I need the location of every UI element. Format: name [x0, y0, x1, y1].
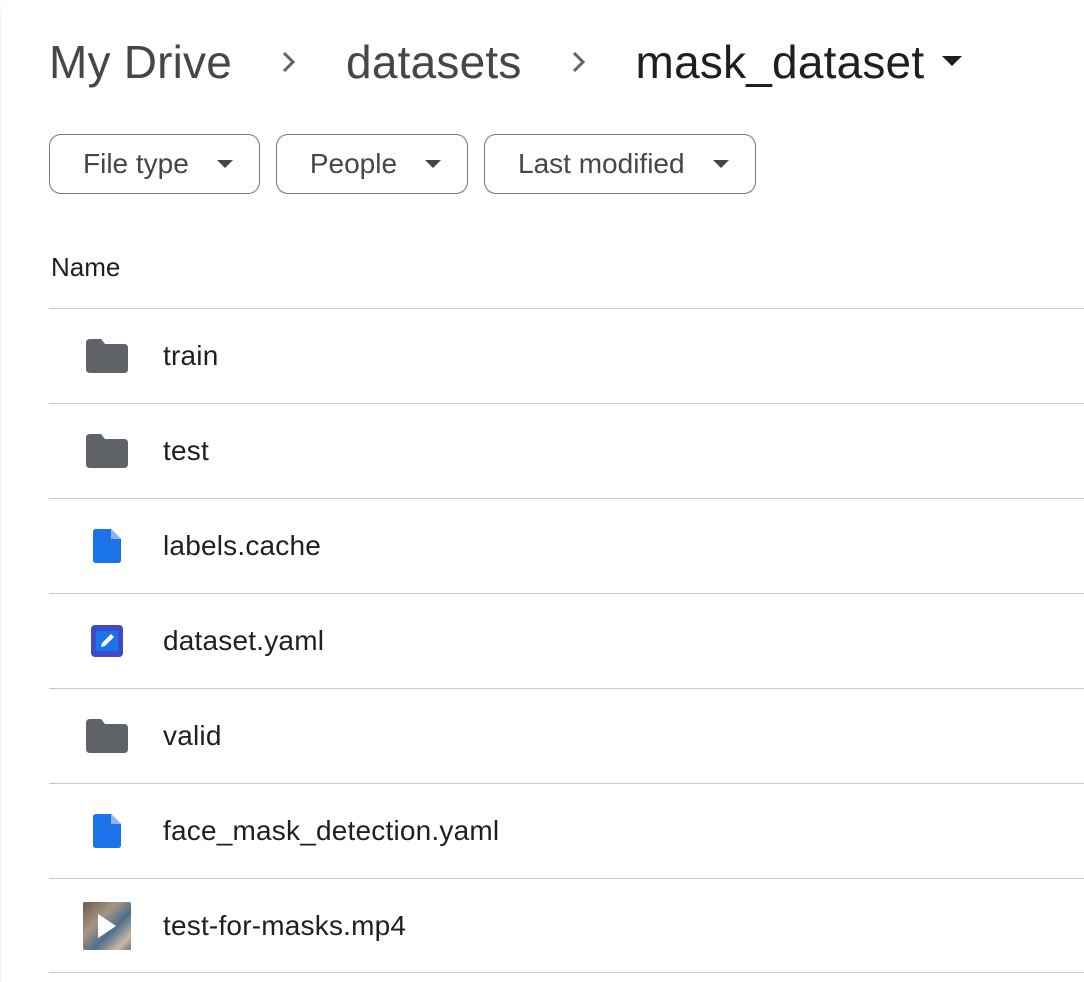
file-row-face-mask-detection[interactable]: face_mask_detection.yaml	[49, 783, 1084, 878]
current-folder-label: mask_dataset	[635, 36, 925, 88]
people-filter[interactable]: People	[275, 134, 469, 194]
file-type-filter-label: File type	[83, 148, 189, 179]
file-type-filter[interactable]: File type	[49, 134, 260, 194]
last-modified-filter-label: Last modified	[518, 148, 685, 179]
folder-icon	[83, 339, 131, 373]
file-icon	[83, 529, 131, 563]
file-row-dataset-yaml[interactable]: dataset.yaml	[49, 593, 1084, 688]
video-thumbnail-icon	[83, 901, 131, 950]
folder-icon	[83, 434, 131, 468]
play-icon	[98, 913, 116, 938]
file-row-train[interactable]: train	[49, 308, 1084, 403]
breadcrumb-current-folder[interactable]: mask_dataset	[636, 35, 963, 89]
chevron-right-icon	[550, 48, 608, 76]
name-column-header[interactable]: Name	[51, 252, 120, 283]
file-list: train test labels.cache dataset.yaml val	[49, 308, 1084, 973]
chevron-right-icon	[260, 48, 318, 76]
video-thumbnail	[83, 901, 131, 950]
file-name: valid	[163, 720, 222, 751]
edit-file-icon	[83, 625, 131, 657]
caret-down-icon	[942, 56, 963, 68]
file-name: labels.cache	[163, 530, 322, 561]
folder-icon	[83, 719, 131, 753]
file-row-test-for-masks[interactable]: test-for-masks.mp4	[49, 878, 1084, 973]
file-name: test-for-masks.mp4	[163, 909, 407, 941]
last-modified-filter[interactable]: Last modified	[484, 134, 756, 194]
file-row-labels-cache[interactable]: labels.cache	[49, 498, 1084, 593]
file-name: train	[163, 340, 219, 371]
file-name: test	[163, 435, 209, 466]
people-filter-label: People	[309, 148, 398, 179]
file-name: dataset.yaml	[163, 625, 325, 656]
caret-down-icon	[425, 159, 442, 169]
breadcrumb-my-drive[interactable]: My Drive	[49, 35, 232, 89]
filter-chips: File type People Last modified	[49, 134, 756, 194]
drive-page: My Drive datasets mask_dataset File type…	[0, 0, 1084, 982]
file-name: face_mask_detection.yaml	[163, 815, 500, 846]
file-row-test[interactable]: test	[49, 403, 1084, 498]
file-row-valid[interactable]: valid	[49, 688, 1084, 783]
breadcrumb: My Drive datasets mask_dataset	[49, 32, 963, 92]
caret-down-icon	[216, 159, 233, 169]
file-icon	[83, 814, 131, 848]
caret-down-icon	[712, 159, 729, 169]
breadcrumb-datasets[interactable]: datasets	[346, 35, 522, 89]
